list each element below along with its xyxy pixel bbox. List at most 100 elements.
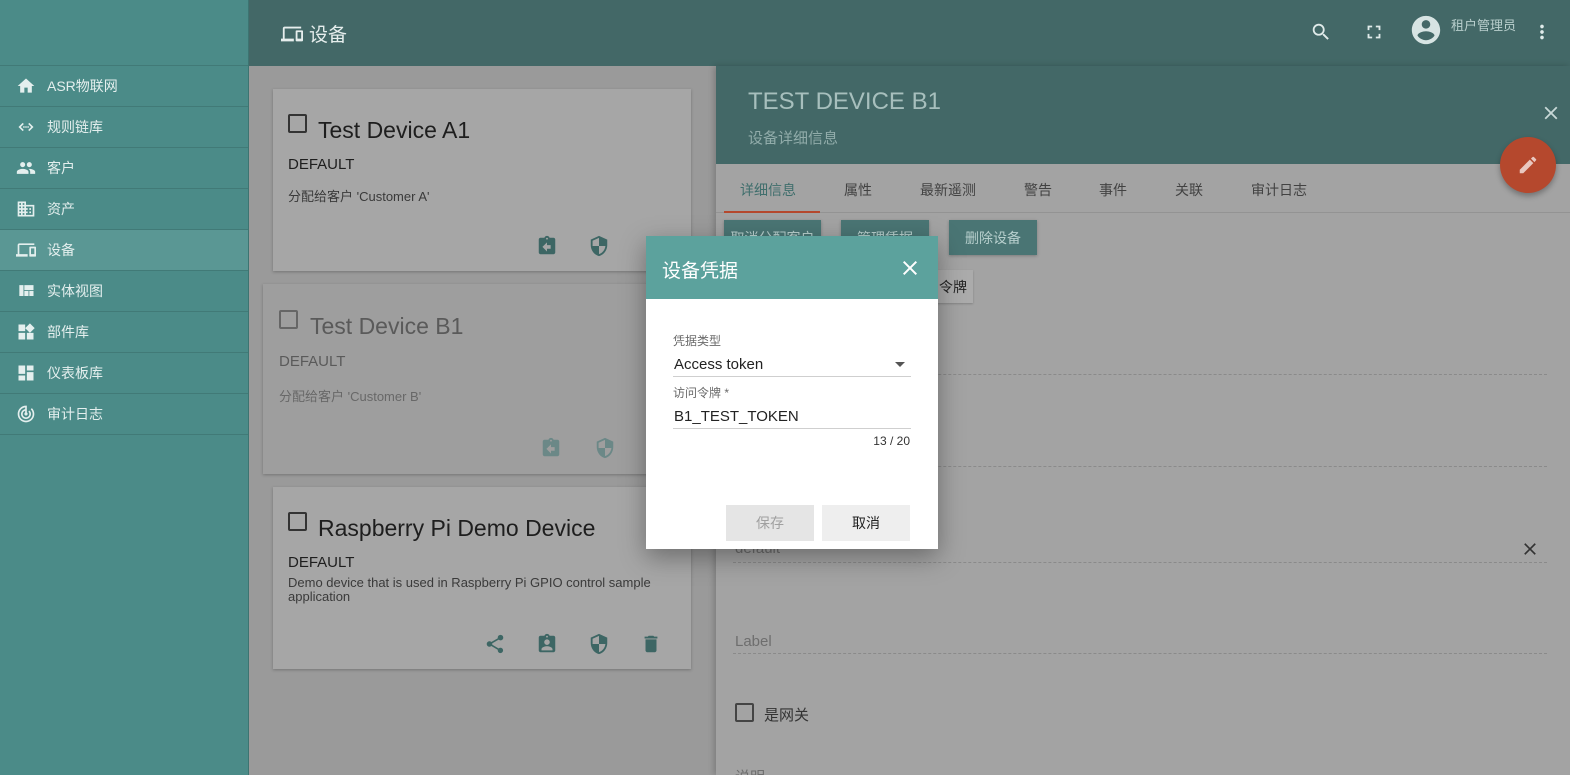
- top-toolbar: 设备 租户管理员: [249, 0, 1570, 66]
- panel-subtitle: 设备详细信息: [748, 130, 839, 147]
- tab-audit-logs[interactable]: 审计日志: [1251, 180, 1307, 200]
- sidebar-item-rule-chains[interactable]: 规则链库: [0, 107, 248, 148]
- widgets-icon: [16, 322, 36, 342]
- sidebar-item-label: 资产: [47, 201, 75, 217]
- card-type: DEFAULT: [279, 353, 346, 370]
- cancel-button[interactable]: 取消: [822, 505, 910, 541]
- credentials-type-select[interactable]: Access token: [673, 354, 911, 377]
- tab-relations[interactable]: 关联: [1175, 180, 1203, 200]
- sidebar-item-label: 审计日志: [47, 406, 103, 422]
- card-title: Raspberry Pi Demo Device: [318, 515, 596, 541]
- device-card[interactable]: Test Device B1 DEFAULT 分配给客户 'Customer B…: [263, 284, 691, 474]
- delete-device-button[interactable]: 删除设备: [949, 220, 1037, 255]
- char-counter: 13 / 20: [873, 434, 910, 448]
- device-credentials-dialog: 设备凭据 凭据类型 Access token 访问令牌 * 13 / 20 保存…: [646, 236, 938, 549]
- is-gateway-checkbox[interactable]: [735, 703, 754, 722]
- assignment-return-icon: [542, 437, 560, 457]
- card-checkbox[interactable]: [279, 310, 298, 329]
- sidebar-item-dashboards[interactable]: 仪表板库: [0, 353, 248, 394]
- close-icon: [1524, 543, 1536, 555]
- track-changes-icon: [16, 404, 36, 424]
- card-checkbox[interactable]: [288, 512, 307, 531]
- tab-events[interactable]: 事件: [1099, 180, 1127, 200]
- shield-icon: [596, 437, 614, 459]
- close-icon: [903, 261, 917, 275]
- sidebar-item-devices[interactable]: 设备: [0, 230, 248, 271]
- assign-customer-button[interactable]: [535, 632, 559, 656]
- search-button[interactable]: [1309, 20, 1333, 44]
- tab-attributes[interactable]: 属性: [844, 180, 872, 200]
- more-menu-button[interactable]: [1530, 20, 1554, 44]
- assignment-return-icon: [538, 235, 556, 255]
- page-title: 设备: [281, 20, 347, 47]
- panel-header: TEST DEVICE B1 设备详细信息: [716, 66, 1570, 164]
- card-type: DEFAULT: [288, 156, 355, 173]
- sidebar-item-customers[interactable]: 客户: [0, 148, 248, 189]
- tab-latest-telemetry[interactable]: 最新遥测: [920, 180, 976, 200]
- sidebar-logo-area: [0, 0, 248, 66]
- is-gateway-label: 是网关: [764, 707, 810, 724]
- sidebar-item-entity-views[interactable]: 实体视图: [0, 271, 248, 312]
- fullscreen-button[interactable]: [1362, 20, 1386, 44]
- fullscreen-icon: [1367, 25, 1381, 39]
- field-underline: [733, 562, 1547, 563]
- card-type: DEFAULT: [288, 554, 355, 571]
- share-button[interactable]: [483, 632, 507, 656]
- delete-icon: [644, 635, 658, 653]
- assignment-ind-icon: [538, 633, 556, 653]
- sidebar-item-label: 仪表板库: [47, 365, 103, 381]
- card-title: Test Device A1: [318, 117, 471, 143]
- close-dialog-button[interactable]: [898, 256, 922, 280]
- close-panel-button[interactable]: [1540, 102, 1564, 126]
- card-description: 分配给客户 'Customer A': [288, 189, 430, 204]
- code-icon: [16, 117, 36, 137]
- close-icon: [1544, 106, 1558, 120]
- tab-alarms[interactable]: 警告: [1024, 180, 1052, 200]
- credentials-type-label: 凭据类型: [673, 334, 722, 348]
- label-field[interactable]: Label: [735, 633, 772, 650]
- description-label: 说明: [735, 766, 765, 775]
- field-underline: [733, 653, 1547, 654]
- account-circle-icon: [1411, 15, 1441, 45]
- shield-icon: [590, 235, 608, 257]
- sidebar-item-label: ASR物联网: [47, 78, 118, 94]
- tab-details[interactable]: 详细信息: [740, 180, 796, 200]
- credentials-type-value: Access token: [674, 356, 764, 373]
- shield-icon: [590, 633, 608, 655]
- delete-button[interactable]: [639, 632, 663, 656]
- dialog-header: 设备凭据: [646, 236, 938, 299]
- card-title: Test Device B1: [310, 313, 464, 339]
- more-vert-icon: [1540, 24, 1544, 40]
- manage-credentials-button[interactable]: [587, 234, 611, 258]
- access-token-input[interactable]: [673, 405, 911, 429]
- sidebar-item-label: 实体视图: [47, 283, 103, 299]
- devices-icon: [16, 240, 36, 260]
- device-card[interactable]: Raspberry Pi Demo Device DEFAULT Demo de…: [273, 487, 691, 669]
- card-checkbox[interactable]: [288, 114, 307, 133]
- sidebar-item-widgets[interactable]: 部件库: [0, 312, 248, 353]
- panel-title: TEST DEVICE B1: [748, 88, 941, 115]
- sidebar-item-home[interactable]: ASR物联网: [0, 66, 248, 107]
- tab-indicator: [724, 211, 820, 213]
- manage-credentials-button[interactable]: [587, 632, 611, 656]
- sidebar-item-assets[interactable]: 资产: [0, 189, 248, 230]
- unassign-customer-button[interactable]: [535, 234, 559, 258]
- tab-bar: 详细信息 属性 最新遥测 警告 事件 关联 审计日志: [716, 164, 1570, 213]
- unassign-customer-button[interactable]: [539, 436, 563, 460]
- share-icon: [486, 634, 504, 654]
- manage-credentials-button[interactable]: [593, 436, 617, 460]
- access-token-label: 访问令牌 *: [673, 386, 730, 400]
- card-description: 分配给客户 'Customer B': [279, 389, 422, 404]
- sidebar-item-audit-logs[interactable]: 审计日志: [0, 394, 248, 435]
- device-card[interactable]: Test Device A1 DEFAULT 分配给客户 'Customer A…: [273, 89, 691, 271]
- save-button[interactable]: 保存: [726, 505, 814, 541]
- clear-type-button[interactable]: [1520, 539, 1540, 559]
- page-title-text: 设备: [309, 25, 348, 46]
- user-name: 租户管理员: [1451, 18, 1517, 33]
- devices-icon: [281, 26, 303, 41]
- home-icon: [16, 76, 36, 96]
- avatar[interactable]: [1409, 13, 1443, 47]
- card-description: Demo device that is used in Raspberry Pi…: [288, 575, 651, 604]
- chevron-down-icon: [895, 362, 905, 367]
- dialog-title: 设备凭据: [662, 261, 739, 282]
